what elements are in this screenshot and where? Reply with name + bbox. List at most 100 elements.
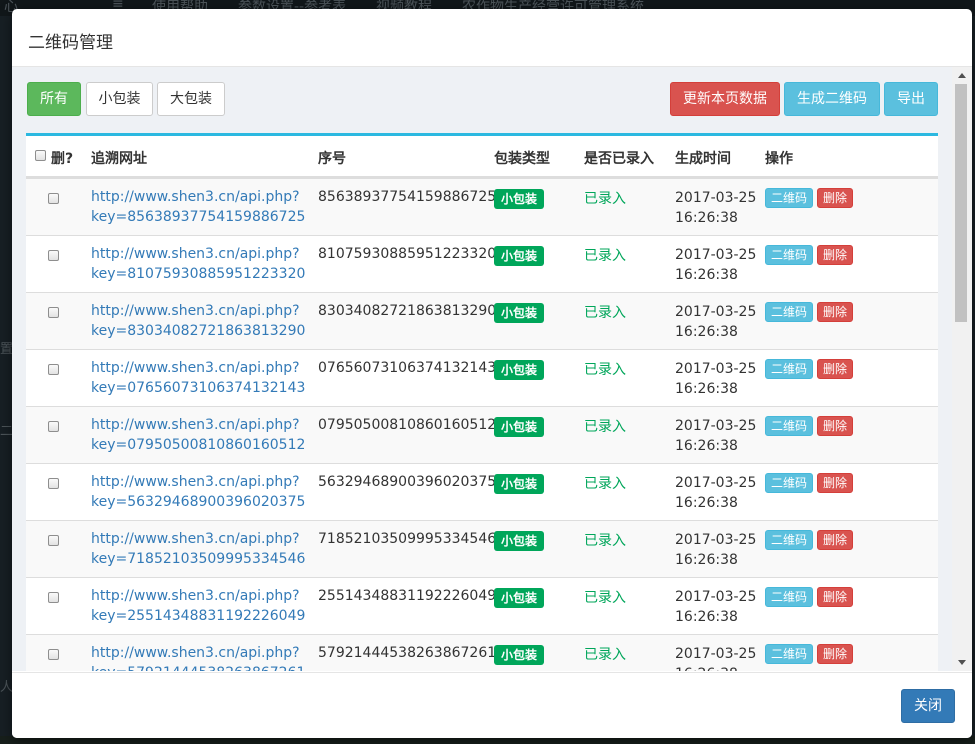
trace-url-line1[interactable]: http://www.shen3.cn/api.php? (91, 358, 305, 378)
table-row: http://www.shen3.cn/api.php? key=83034082… (26, 292, 938, 349)
trace-url-line1[interactable]: http://www.shen3.cn/api.php? (91, 472, 305, 492)
select-all-checkbox[interactable] (35, 150, 46, 161)
delete-button[interactable]: 删除 (817, 245, 854, 265)
trace-url-line2[interactable]: key=25514348831192226049 (91, 606, 305, 626)
row-checkbox[interactable] (48, 421, 59, 432)
row-checkbox[interactable] (48, 649, 59, 660)
table-row: http://www.shen3.cn/api.php? key=71852103… (26, 520, 938, 577)
row-checkbox[interactable] (48, 250, 59, 261)
row-checkbox[interactable] (48, 307, 59, 318)
trace-url-line1[interactable]: http://www.shen3.cn/api.php? (91, 415, 305, 435)
table-row: http://www.shen3.cn/api.php? key=07950500… (26, 406, 938, 463)
trace-url-line1[interactable]: http://www.shen3.cn/api.php? (91, 187, 305, 207)
serial-number: 57921444538263867261 (318, 645, 497, 661)
qrcode-button[interactable]: 二维码 (765, 587, 814, 607)
trace-url-line2[interactable]: key=07950500810860160512 (91, 435, 305, 455)
pack-type-badge: 小包装 (494, 246, 545, 266)
trace-url-link[interactable]: http://www.shen3.cn/api.php? key=71852103… (91, 529, 305, 569)
recorded-status: 已录入 (584, 476, 626, 492)
modal-scrollbar[interactable] (952, 67, 972, 671)
refresh-page-button[interactable]: 更新本页数据 (670, 82, 780, 116)
created-date: 2017-03-25 (675, 247, 757, 263)
trace-url-link[interactable]: http://www.shen3.cn/api.php? key=56329468… (91, 472, 305, 512)
created-date: 2017-03-25 (675, 589, 757, 605)
table-row: http://www.shen3.cn/api.php? key=56329468… (26, 463, 938, 520)
trace-url-line2[interactable]: key=85638937754159886725 (91, 207, 305, 227)
row-checkbox[interactable] (48, 592, 59, 603)
header-recorded: 是否已录入 (584, 151, 654, 167)
trace-url-link[interactable]: http://www.shen3.cn/api.php? key=81075930… (91, 244, 305, 284)
row-checkbox[interactable] (48, 535, 59, 546)
modal-footer: 关闭 (12, 672, 972, 738)
qrcode-button[interactable]: 二维码 (765, 245, 814, 265)
pack-type-badge: 小包装 (494, 303, 545, 323)
modal-title: 二维码管理 (28, 33, 113, 53)
trace-url-line2[interactable]: key=56329468900396020375 (91, 492, 305, 512)
trace-url-line1[interactable]: http://www.shen3.cn/api.php? (91, 643, 305, 663)
created-time: 2017-03-25 16:26:38 (675, 188, 756, 228)
scrollbar-thumb[interactable] (955, 84, 967, 322)
generate-qrcode-button[interactable]: 生成二维码 (784, 82, 880, 116)
serial-number: 81075930885951223320 (318, 246, 497, 262)
pack-type-badge: 小包装 (494, 189, 545, 209)
created-time: 2017-03-25 16:26:38 (675, 359, 756, 399)
table-row: http://www.shen3.cn/api.php?key=57921444… (26, 634, 938, 671)
delete-button[interactable]: 删除 (817, 473, 854, 493)
scroll-down-arrow-icon[interactable] (958, 660, 966, 665)
qrcode-button[interactable]: 二维码 (765, 644, 814, 664)
trace-url-link[interactable]: http://www.shen3.cn/api.php? key=07656073… (91, 358, 305, 398)
filter-all-button[interactable]: 所有 (27, 82, 81, 116)
delete-button[interactable]: 删除 (817, 188, 854, 208)
qrcode-button[interactable]: 二维码 (765, 359, 814, 379)
table-row: http://www.shen3.cn/api.php? key=25514348… (26, 577, 938, 634)
close-button[interactable]: 关闭 (901, 689, 955, 723)
created-clock: 16:26:38 (675, 609, 738, 625)
trace-url-line2[interactable]: key=83034082721863813290 (91, 321, 305, 341)
scroll-up-arrow-icon[interactable] (958, 73, 966, 78)
delete-button[interactable]: 删除 (817, 530, 854, 550)
trace-url-link[interactable]: http://www.shen3.cn/api.php? key=85638937… (91, 187, 305, 227)
trace-url-line1[interactable]: http://www.shen3.cn/api.php? (91, 301, 305, 321)
serial-number: 83034082721863813290 (318, 303, 497, 319)
delete-button[interactable]: 删除 (817, 302, 854, 322)
created-date: 2017-03-25 (675, 418, 757, 434)
qrcode-button[interactable]: 二维码 (765, 473, 814, 493)
delete-button[interactable]: 删除 (817, 359, 854, 379)
recorded-status: 已录入 (584, 590, 626, 606)
row-checkbox[interactable] (48, 193, 59, 204)
pack-type-badge: 小包装 (494, 417, 545, 437)
qrcode-modal: 二维码管理 所有 小包装 大包装 更新本页数据 生成二维码 导出 删? 追溯网址… (12, 9, 972, 738)
recorded-status: 已录入 (584, 419, 626, 435)
trace-url-link[interactable]: http://www.shen3.cn/api.php? key=07950500… (91, 415, 305, 455)
trace-url-line1[interactable]: http://www.shen3.cn/api.php? (91, 586, 305, 606)
pack-type-badge: 小包装 (494, 645, 545, 665)
table-row: http://www.shen3.cn/api.php? key=81075930… (26, 235, 938, 292)
qrcode-button[interactable]: 二维码 (765, 188, 814, 208)
trace-url-line1[interactable]: http://www.shen3.cn/api.php? (91, 244, 305, 264)
filter-large-button[interactable]: 大包装 (157, 82, 225, 116)
trace-url-line2[interactable]: key=81075930885951223320 (91, 264, 305, 284)
qrcode-button[interactable]: 二维码 (765, 530, 814, 550)
pack-type-badge: 小包装 (494, 588, 545, 608)
export-button[interactable]: 导出 (884, 82, 938, 116)
trace-url-link[interactable]: http://www.shen3.cn/api.php? key=25514348… (91, 586, 305, 626)
created-clock: 16:26:38 (675, 552, 738, 568)
qrcode-button[interactable]: 二维码 (765, 302, 814, 322)
trace-url-link[interactable]: http://www.shen3.cn/api.php?key=57921444… (91, 643, 305, 671)
row-checkbox[interactable] (48, 364, 59, 375)
header-created: 生成时间 (675, 151, 731, 167)
trace-url-line1[interactable]: http://www.shen3.cn/api.php? (91, 529, 305, 549)
serial-number: 25514348831192226049 (318, 588, 497, 604)
filter-small-button[interactable]: 小包装 (86, 82, 153, 116)
qrcode-button[interactable]: 二维码 (765, 416, 814, 436)
row-checkbox[interactable] (48, 478, 59, 489)
delete-button[interactable]: 删除 (817, 416, 854, 436)
delete-button[interactable]: 删除 (817, 644, 854, 664)
trace-url-line2[interactable]: key=07656073106374132143 (91, 378, 305, 398)
delete-button[interactable]: 删除 (817, 587, 854, 607)
trace-url-line2[interactable]: key=71852103509995334546 (91, 549, 305, 569)
created-date: 2017-03-25 (675, 646, 757, 662)
created-time: 2017-03-25 16:26:38 (675, 644, 756, 671)
trace-url-link[interactable]: http://www.shen3.cn/api.php? key=83034082… (91, 301, 305, 341)
trace-url-line2[interactable]: key=57921444538263867261 (91, 663, 305, 671)
